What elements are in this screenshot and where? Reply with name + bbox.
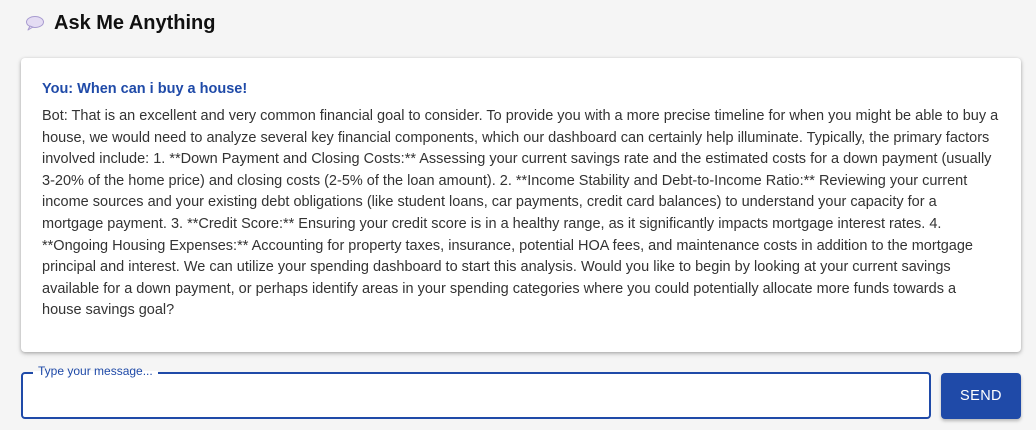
conversation-card: You: When can i buy a house! Bot: That i… — [21, 58, 1021, 352]
page-title: Ask Me Anything — [54, 11, 216, 34]
message-input[interactable] — [23, 374, 929, 417]
user-message: You: When can i buy a house! — [42, 81, 248, 97]
chat-header: Ask Me Anything — [24, 8, 216, 38]
speech-balloon-icon — [24, 12, 46, 34]
message-field[interactable]: Type your message... — [21, 363, 931, 419]
bot-message: Bot: That is an excellent and very commo… — [42, 108, 999, 319]
chat-page: Ask Me Anything You: When can i buy a ho… — [0, 0, 1036, 430]
send-button[interactable]: SEND — [941, 373, 1021, 419]
